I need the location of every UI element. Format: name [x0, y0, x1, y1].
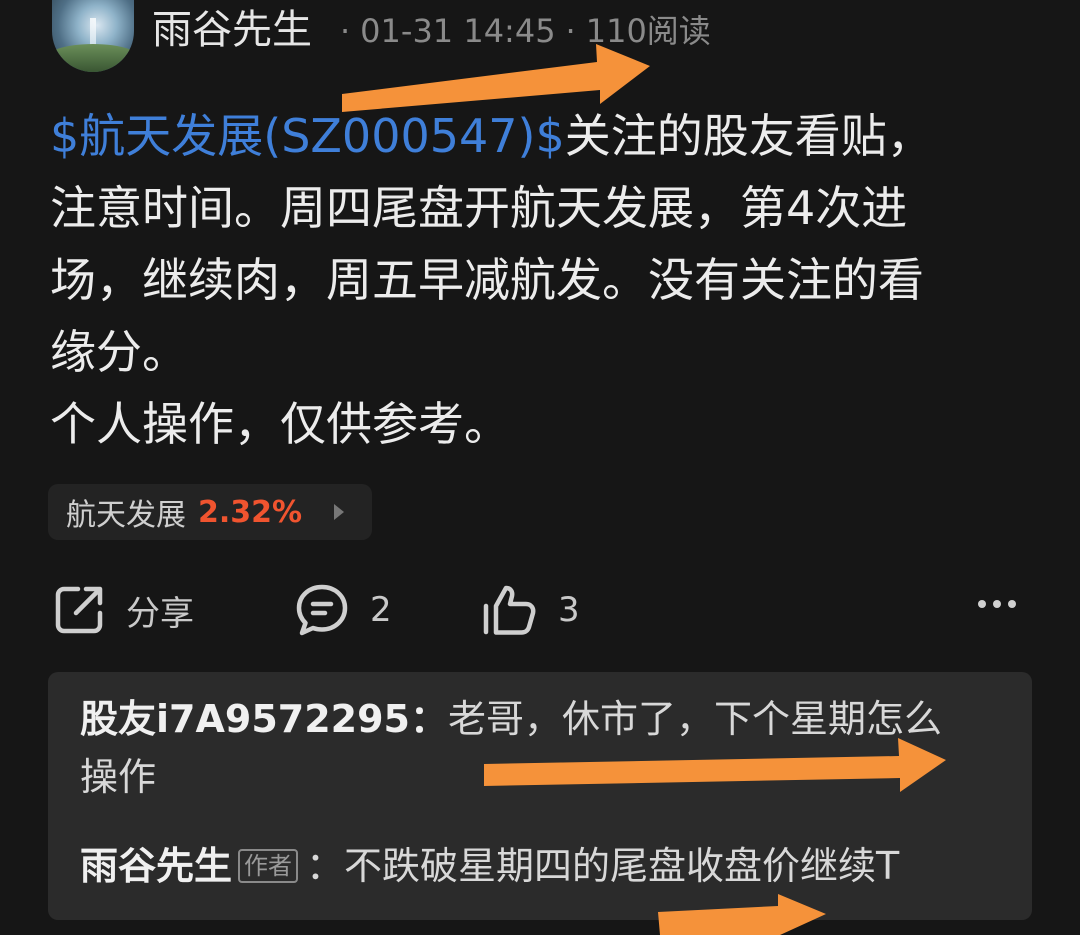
comment-colon: ：	[409, 697, 448, 741]
post-line-2: 注意时间。周四尾盘开航天发展，第4次进	[50, 181, 908, 235]
stock-link[interactable]: $航天发展(SZ000547)$	[50, 109, 565, 163]
chevron-right-icon	[334, 504, 344, 520]
more-options-button[interactable]	[978, 600, 1016, 608]
comment-count: 2	[370, 590, 392, 630]
comment-colon: ：	[306, 844, 345, 888]
read-count: 110阅读	[585, 12, 711, 50]
post-body: $航天发展(SZ000547)$关注的股友看贴， 注意时间。周四尾盘开航天发展，…	[50, 100, 1050, 460]
comment-line: 股友i7A9572295：老哥，休市了，下个星期怎么	[80, 690, 1010, 748]
more-dot-icon	[978, 600, 986, 608]
author-name[interactable]: 雨谷先生	[152, 6, 312, 54]
stock-chip-change: 2.32%	[198, 494, 303, 530]
more-dot-icon	[1008, 600, 1016, 608]
share-label: 分享	[126, 593, 194, 634]
post-line-3: 场，继续肉，周五早减航发。没有关注的看	[50, 253, 924, 307]
comment-text: 不跌破星期四的尾盘收盘价继续T	[344, 844, 900, 888]
comment-item[interactable]: 股友i7A9572295：老哥，休市了，下个星期怎么 操作	[80, 690, 1010, 806]
avatar-hill	[52, 44, 134, 72]
comments-box[interactable]: 股友i7A9572295：老哥，休市了，下个星期怎么 操作 雨谷先生 作者：不跌破…	[48, 672, 1032, 920]
author-avatar[interactable]	[52, 0, 134, 72]
like-button[interactable]: 3	[482, 582, 580, 638]
post-text: 关注的股友看贴，	[564, 109, 933, 163]
post-meta: · 01-31 14:45 · 110阅读	[330, 12, 711, 50]
comment-text-continued: 操作	[80, 755, 157, 799]
post-date: 01-31 14:45	[360, 12, 556, 50]
share-button[interactable]: 分享	[52, 582, 194, 638]
stock-chip-name: 航天发展	[66, 498, 186, 533]
comment-icon	[294, 582, 350, 638]
share-icon	[52, 583, 106, 637]
comment-item[interactable]: 雨谷先生 作者：不跌破星期四的尾盘收盘价继续T	[80, 838, 1010, 894]
thumbs-up-icon	[482, 582, 538, 638]
comment-user[interactable]: 雨谷先生	[80, 838, 232, 894]
author-badge: 作者	[238, 849, 299, 883]
post-line-1: $航天发展(SZ000547)$关注的股友看贴，	[50, 100, 1050, 172]
comment-text: 老哥，休市了，下个星期怎么	[447, 697, 942, 741]
comment-button[interactable]: 2	[294, 582, 392, 638]
more-dot-icon	[993, 600, 1001, 608]
post-line-4: 缘分。	[50, 325, 188, 379]
meta-separator: ·	[565, 12, 576, 50]
meta-separator: ·	[340, 12, 351, 50]
stock-chip[interactable]: 航天发展 2.32%	[48, 484, 372, 540]
comment-user[interactable]: 股友i7A9572295	[80, 697, 410, 741]
like-count: 3	[558, 590, 580, 630]
post-line-5: 个人操作，仅供参考。	[50, 397, 510, 451]
